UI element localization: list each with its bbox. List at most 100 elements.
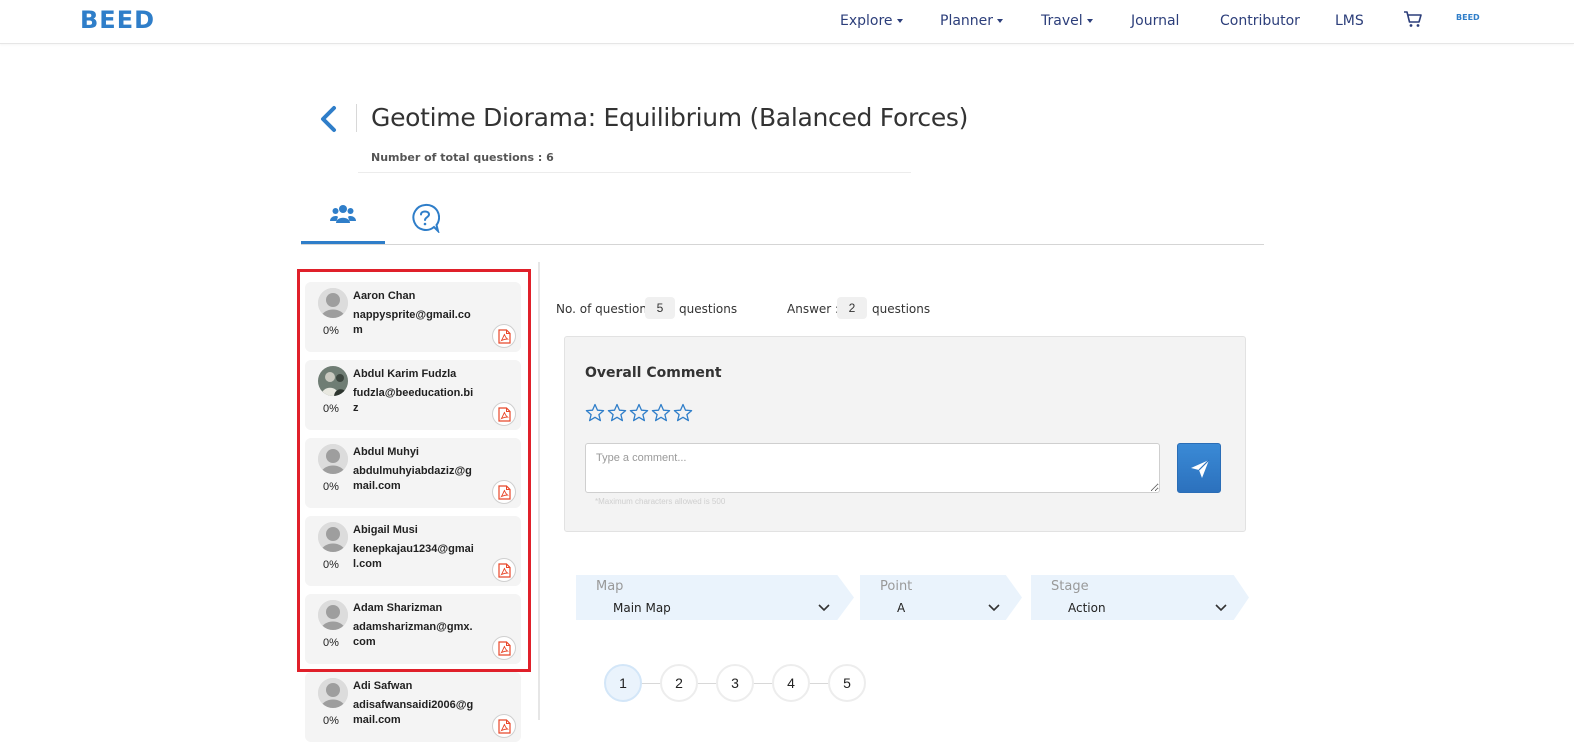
student-progress: 0% [323, 637, 339, 649]
overall-comment-panel: Overall Comment *Maximum characters allo… [564, 336, 1246, 532]
point-dropdown[interactable]: Point A [860, 575, 1022, 620]
student-email: kenepkajau1234@gmail.com [353, 543, 474, 570]
stage-dropdown[interactable]: Stage Action [1031, 575, 1249, 620]
student-email: adamsharizman@gmx.com [353, 621, 473, 648]
student-name: Adi Safwan [353, 680, 413, 692]
top-navbar: BEED Explore Planner Travel Journal Cont… [0, 0, 1574, 44]
total-questions-text: Number of total questions : 6 [371, 151, 554, 164]
student-card[interactable]: 0% Aaron Chan nappysprite@gmail.com [305, 282, 521, 352]
pdf-download-button[interactable] [492, 480, 516, 504]
stage-label: Stage [1051, 579, 1089, 594]
avatar [318, 288, 348, 318]
student-email: adisafwansaidi2006@gmail.com [353, 699, 474, 726]
student-name: Abdul Karim Fudzla [353, 368, 457, 380]
page-button[interactable]: 5 [828, 664, 866, 702]
student-progress: 0% [323, 715, 339, 727]
questions-unit: questions [679, 302, 738, 316]
star-rating [585, 403, 695, 428]
caret-down-icon [997, 19, 1004, 23]
chevron-down-icon [988, 604, 1000, 612]
nav-travel[interactable]: Travel [1041, 13, 1093, 29]
star-icon[interactable] [651, 403, 671, 423]
student-card[interactable]: 0% Abdul Karim Fudzla fudzla@beeducation.b… [305, 360, 521, 430]
student-progress: 0% [323, 559, 339, 571]
student-name: Adam Sharizman [353, 602, 443, 614]
map-value: Main Map [613, 601, 671, 615]
page-button[interactable]: 1 [604, 664, 642, 702]
caret-down-icon [1086, 19, 1093, 23]
pdf-download-button[interactable] [492, 714, 516, 738]
answer-label: Answer : [787, 302, 840, 316]
caret-down-icon [896, 19, 903, 23]
student-card[interactable]: 0% Adi Safwan adisafwansaidi2006@gmail.com [305, 672, 521, 742]
page-button[interactable]: 2 [660, 664, 698, 702]
avatar [318, 366, 348, 396]
nav-journal[interactable]: Journal [1131, 13, 1179, 29]
users-icon [330, 205, 356, 223]
comment-input[interactable] [585, 443, 1160, 493]
overall-comment-title: Overall Comment [585, 365, 722, 381]
pdf-download-button[interactable] [492, 558, 516, 582]
title-divider [356, 104, 357, 132]
beed-logo[interactable]: BEED [80, 6, 155, 34]
student-card[interactable]: 0% Abdul Muhyi abdulmuhyiabdaziz@gmail.com [305, 438, 521, 508]
point-value: A [897, 601, 906, 615]
student-name: Aaron Chan [353, 290, 416, 302]
student-progress: 0% [323, 481, 339, 493]
question-icon [412, 203, 440, 233]
pdf-icon [498, 329, 511, 344]
no-of-question-value: 5 [645, 297, 675, 319]
header-divider [358, 172, 911, 173]
max-chars-note: *Maximum characters allowed is 500 [595, 497, 726, 506]
nav-lms[interactable]: LMS [1335, 13, 1364, 29]
pdf-icon [498, 719, 511, 734]
nav-contributor[interactable]: Contributor [1220, 13, 1300, 29]
send-comment-button[interactable] [1177, 443, 1221, 493]
pdf-icon [498, 641, 511, 656]
pdf-download-button[interactable] [492, 402, 516, 426]
nav-travel-label: Travel [1041, 13, 1083, 29]
back-arrow-icon[interactable] [316, 104, 342, 134]
star-icon[interactable] [607, 403, 627, 423]
answer-value: 2 [837, 297, 867, 319]
chevron-down-icon [1215, 604, 1227, 612]
tab-questions[interactable] [385, 196, 465, 244]
stage-value: Action [1068, 601, 1106, 615]
nav-explore[interactable]: Explore [840, 13, 903, 29]
pdf-download-button[interactable] [492, 636, 516, 660]
student-card[interactable]: 0% Adam Sharizman adamsharizman@gmx.com [305, 594, 521, 664]
tabs-underline [301, 244, 1264, 245]
map-dropdown[interactable]: Map Main Map [576, 575, 854, 620]
avatar [318, 678, 348, 708]
list-divider [538, 262, 540, 720]
star-icon[interactable] [585, 403, 605, 423]
student-email: abdulmuhyiabdaziz@gmail.com [353, 465, 472, 492]
map-label: Map [596, 579, 624, 594]
point-label: Point [880, 579, 913, 594]
student-card[interactable]: 0% Abigail Musi kenepkajau1234@gmail.com [305, 516, 521, 586]
star-icon[interactable] [673, 403, 693, 423]
avatar [318, 444, 348, 474]
nav-planner-label: Planner [940, 13, 994, 29]
send-icon [1191, 459, 1210, 478]
pdf-icon [498, 407, 511, 422]
nav-planner[interactable]: Planner [940, 13, 1004, 29]
nav-explore-label: Explore [840, 13, 893, 29]
page-button[interactable]: 3 [716, 664, 754, 702]
avatar [318, 522, 348, 552]
profile-logo[interactable]: BEED [1456, 13, 1480, 22]
student-email: nappysprite@gmail.com [353, 309, 471, 336]
chevron-down-icon [818, 604, 830, 612]
student-progress: 0% [323, 325, 339, 337]
cart-icon[interactable] [1403, 10, 1423, 28]
student-name: Abigail Musi [353, 524, 418, 536]
student-email: fudzla@beeducation.biz [353, 387, 474, 414]
pdf-download-button[interactable] [492, 324, 516, 348]
answer-unit: questions [872, 302, 931, 316]
page-title: Geotime Diorama: Equilibrium (Balanced F… [371, 103, 969, 132]
tab-students[interactable] [301, 196, 385, 244]
page-button[interactable]: 4 [772, 664, 810, 702]
student-name: Abdul Muhyi [353, 446, 419, 458]
no-of-question-label: No. of question : [556, 302, 655, 316]
star-icon[interactable] [629, 403, 649, 423]
